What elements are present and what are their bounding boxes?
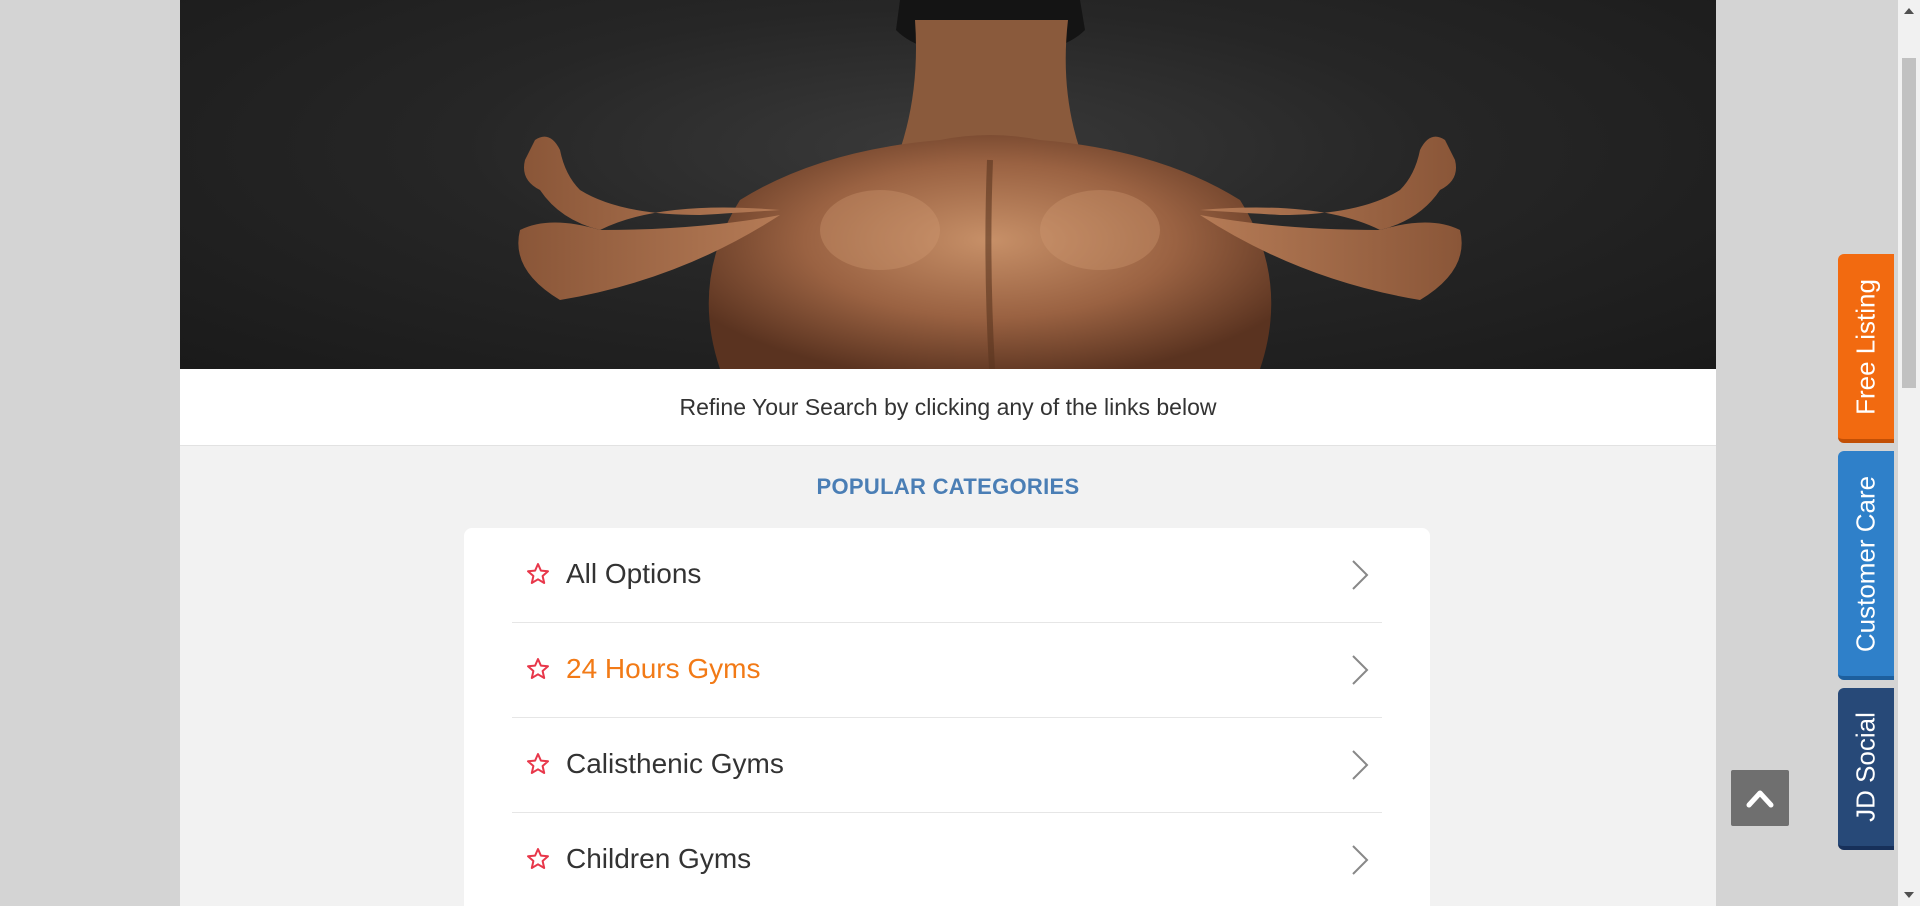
scroll-to-top-button[interactable]: [1731, 770, 1789, 826]
category-item-calisthenic-gyms[interactable]: Calisthenic Gyms: [512, 718, 1382, 813]
category-item-24-hours-gyms[interactable]: 24 Hours Gyms: [512, 623, 1382, 718]
category-label: 24 Hours Gyms: [566, 653, 761, 684]
popular-categories-heading: POPULAR CATEGORIES: [816, 474, 1080, 499]
refine-search-text: Refine Your Search by clicking any of th…: [180, 369, 1716, 446]
jd-social-label: JD Social: [1850, 712, 1881, 822]
hero-banner: [180, 0, 1716, 369]
free-listing-tab[interactable]: Free Listing: [1838, 254, 1894, 443]
category-item-children-gyms[interactable]: Children Gyms: [512, 813, 1382, 906]
chevron-right-icon: [1352, 560, 1369, 590]
jd-social-tab[interactable]: JD Social: [1838, 688, 1894, 850]
customer-care-label: Customer Care: [1850, 475, 1881, 652]
scroll-down-arrow[interactable]: [1904, 892, 1914, 898]
star-icon: [527, 658, 549, 679]
chevron-right-icon: [1352, 655, 1369, 685]
category-label: Calisthenic Gyms: [566, 748, 784, 779]
bodybuilder-back-photo: [518, 0, 1462, 369]
scroll-up-arrow[interactable]: [1904, 8, 1914, 14]
chevron-up-icon: [1746, 790, 1774, 808]
category-label: All Options: [566, 558, 702, 589]
free-listing-label: Free Listing: [1850, 278, 1881, 415]
chevron-right-icon: [1352, 750, 1369, 780]
customer-care-tab[interactable]: Customer Care: [1838, 451, 1894, 680]
star-icon: [527, 848, 549, 869]
categories-list: All Options 24 Hours Gyms Calisthenic Gy…: [464, 528, 1430, 906]
category-item-all-options[interactable]: All Options: [512, 528, 1382, 623]
category-label: Children Gyms: [566, 843, 752, 874]
page-scrollbar[interactable]: [1898, 0, 1920, 906]
star-icon: [527, 753, 549, 774]
chevron-right-icon: [1352, 845, 1369, 875]
star-icon: [527, 563, 549, 584]
page-container: Refine Your Search by clicking any of th…: [180, 0, 1716, 906]
scrollbar-thumb[interactable]: [1902, 58, 1916, 388]
